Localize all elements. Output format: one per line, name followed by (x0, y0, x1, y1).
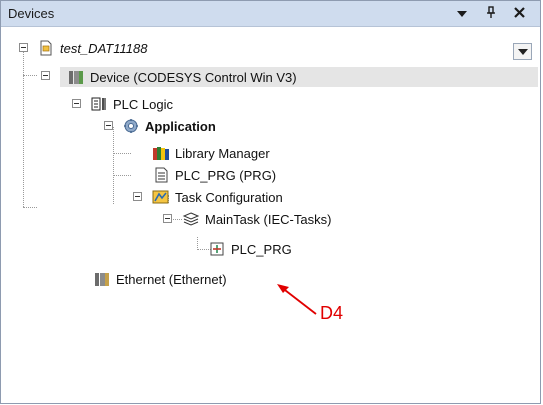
tree-item-application[interactable]: Application (122, 116, 216, 136)
ethernet-device-icon (93, 271, 111, 287)
panel-title: Devices (8, 6, 55, 21)
chevron-down-icon (457, 11, 467, 17)
tree-item-plc-prg[interactable]: PLC_PRG (PRG) (152, 165, 276, 185)
application-label: Application (145, 118, 216, 134)
plc-prg-label: PLC_PRG (PRG) (175, 167, 277, 183)
task-configuration-icon (152, 189, 170, 205)
tree-line (23, 47, 24, 207)
collapse-toggle[interactable] (19, 43, 28, 52)
device-name: Device (CODESYS Control Win V3) (90, 69, 297, 85)
library-manager-label: Library Manager (175, 145, 270, 161)
plc-logic-icon (90, 96, 108, 112)
panel-titlebar: Devices (1, 1, 540, 27)
pou-document-icon (152, 167, 170, 183)
library-books-icon (152, 145, 170, 161)
tree-item-main-task[interactable]: MainTask (IEC-Tasks) (182, 209, 331, 229)
tree-item-library-manager[interactable]: Library Manager (152, 143, 270, 163)
project-file-icon (37, 40, 55, 56)
tree-item-program-call[interactable]: PLC_PRG (208, 239, 292, 259)
tree-line (23, 75, 37, 76)
tree-item-plc-logic[interactable]: PLC Logic (90, 94, 173, 114)
program-call-icon (208, 241, 226, 257)
close-button[interactable] (509, 4, 529, 24)
device-icon (67, 69, 85, 85)
tree-line (23, 207, 37, 208)
collapse-toggle[interactable] (104, 121, 113, 130)
plc-logic-label: PLC Logic (113, 96, 173, 112)
program-call-label: PLC_PRG (231, 241, 292, 257)
tree-line (113, 175, 131, 176)
pin-button[interactable] (481, 4, 501, 24)
tree-item-device[interactable]: Device (CODESYS Control Win V3) (67, 67, 297, 87)
task-configuration-label: Task Configuration (175, 189, 283, 205)
tree-dropdown-button[interactable] (513, 43, 532, 60)
main-task-label: MainTask (IEC-Tasks) (205, 211, 332, 227)
project-name: test_DAT11188 (60, 40, 148, 56)
devices-panel: Devices test_DAT11188 Device (CODESYS Co… (0, 0, 541, 404)
collapse-toggle[interactable] (133, 192, 142, 201)
tree-item-ethernet[interactable]: Ethernet (Ethernet) (93, 269, 227, 289)
panel-menu-button[interactable] (452, 4, 472, 24)
tree-line (113, 153, 131, 154)
annotation-label: D4 (320, 303, 344, 323)
collapse-toggle[interactable] (72, 99, 81, 108)
tree-line (113, 127, 114, 204)
collapse-toggle[interactable] (41, 71, 50, 80)
tree-item-task-configuration[interactable]: Task Configuration (152, 187, 283, 207)
close-icon (513, 7, 525, 18)
pin-icon (487, 6, 495, 18)
tree-item-project[interactable]: test_DAT11188 (37, 38, 147, 58)
collapse-toggle[interactable] (163, 214, 172, 223)
task-stack-icon (182, 211, 200, 227)
ethernet-label: Ethernet (Ethernet) (116, 271, 227, 287)
device-tree: test_DAT11188 Device (CODESYS Control Wi… (1, 27, 540, 403)
application-gear-icon (122, 118, 140, 134)
